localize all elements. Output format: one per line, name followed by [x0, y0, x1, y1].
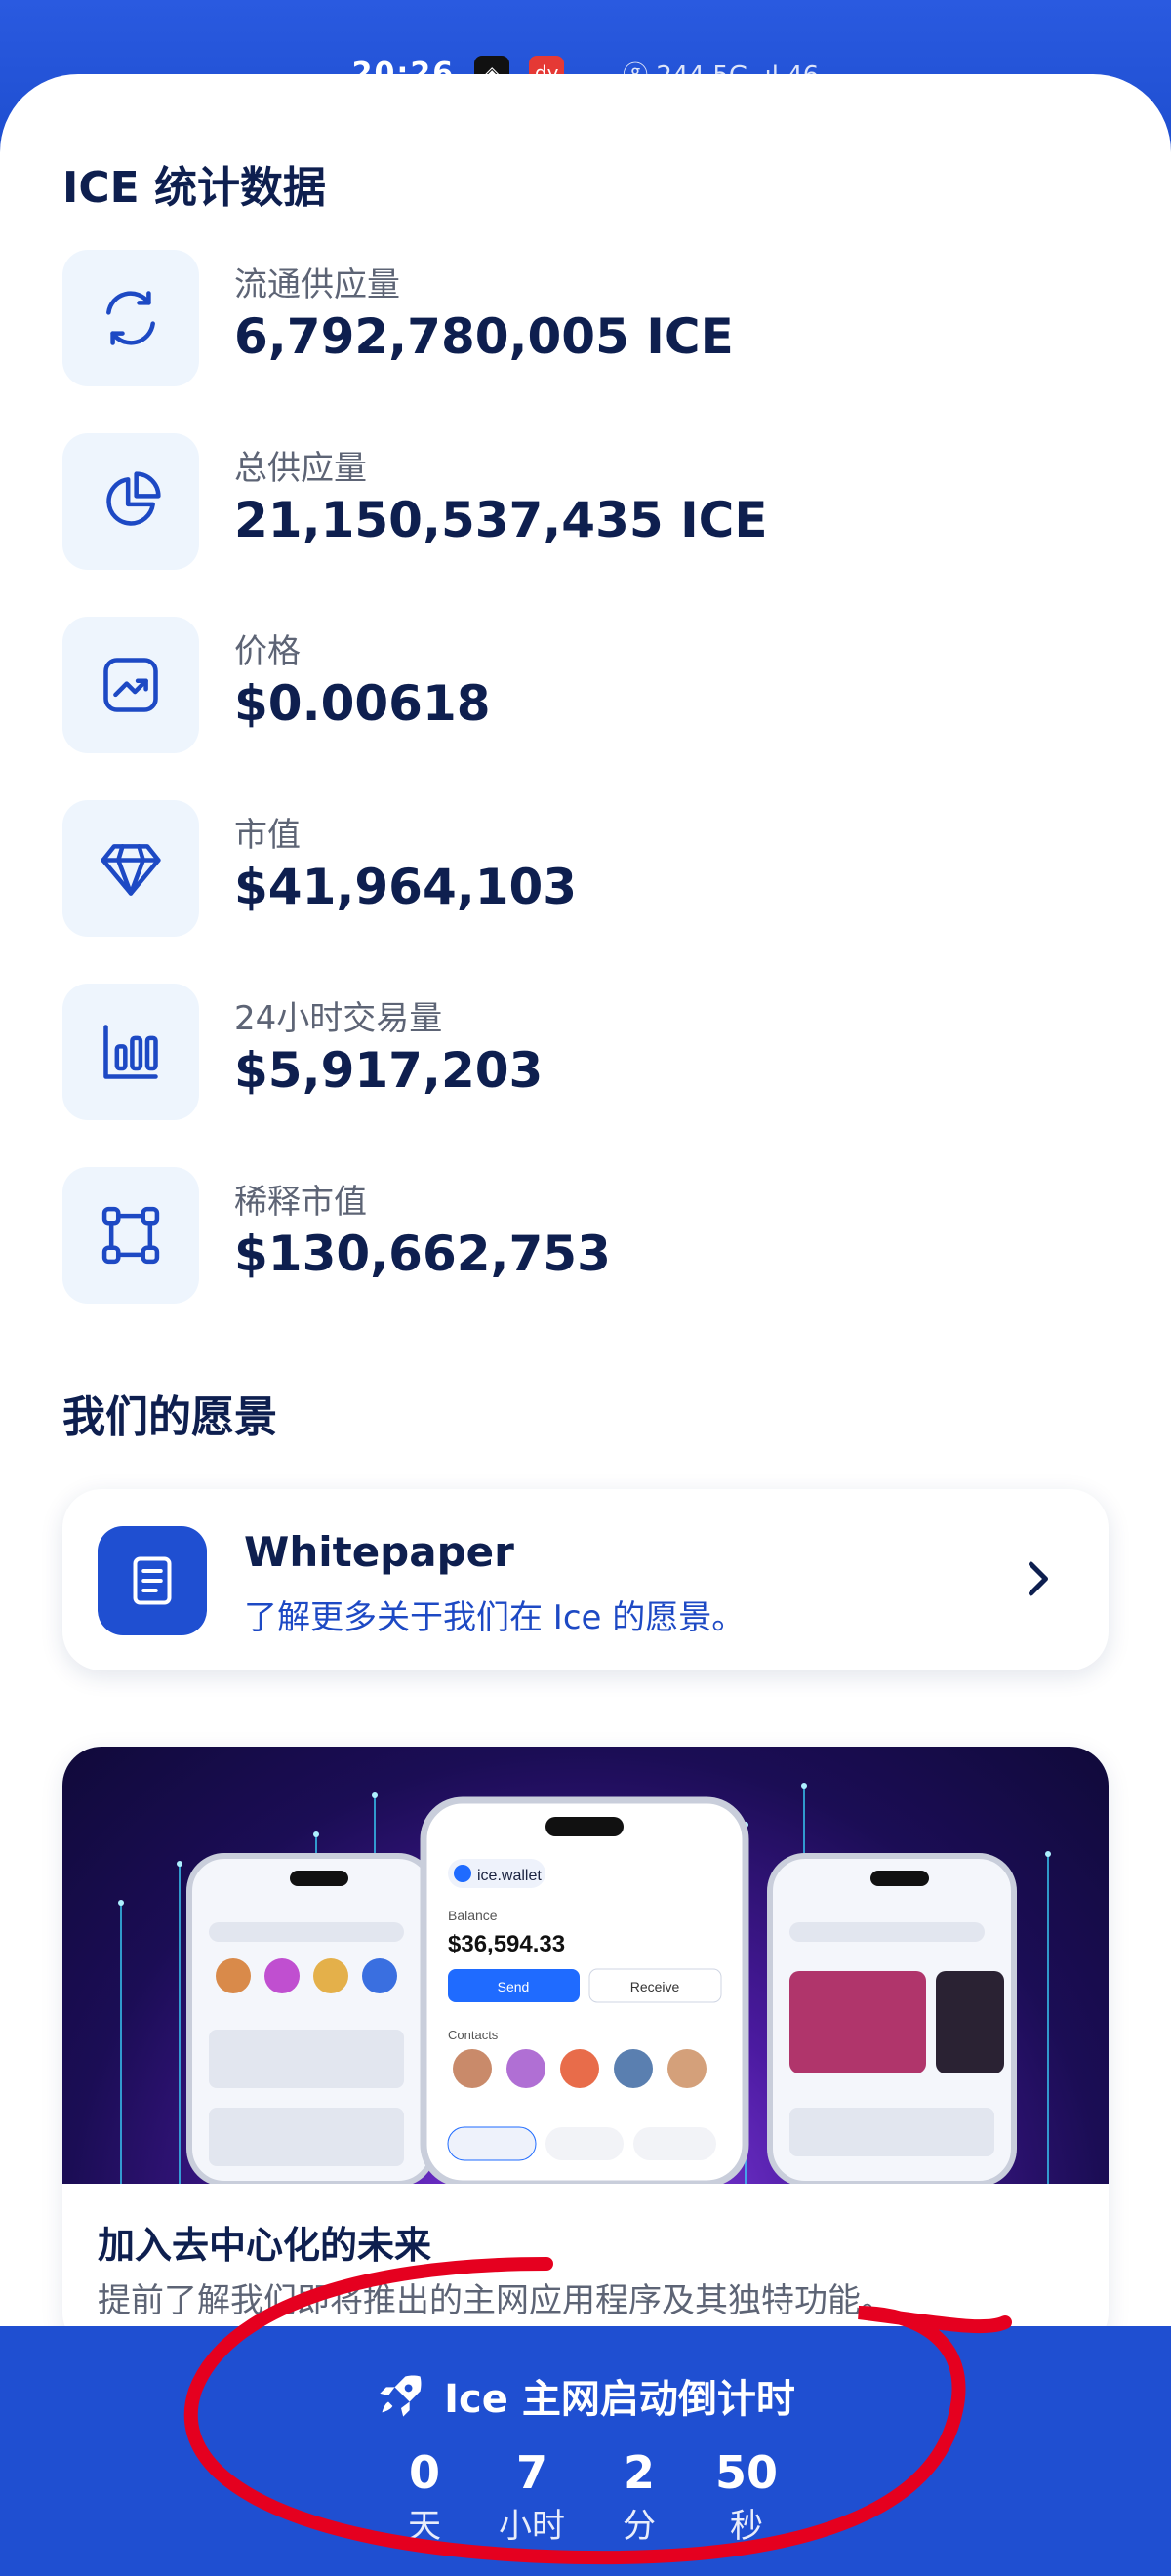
stat-label: 24小时交易量: [234, 999, 443, 1038]
mock-balance: $36,594.33: [448, 1931, 565, 1957]
countdown-days: 0 天: [381, 2443, 468, 2560]
countdown-number: 2: [623, 2446, 655, 2499]
stats-section-title: ICE 统计数据: [62, 163, 327, 213]
stat-row-diluted-cap: 稀释市值 $130,662,753: [62, 1167, 1109, 1304]
rocket-icon: [380, 2375, 422, 2417]
countdown-number: 0: [408, 2446, 440, 2499]
countdown-unit-label: 分: [623, 2507, 656, 2546]
countdown-seconds: 50 秒: [703, 2443, 790, 2560]
countdown-number: 7: [515, 2446, 547, 2499]
mock-app-name: ice.wallet: [477, 1868, 542, 1884]
bar-chart-icon: [62, 984, 199, 1120]
stat-value: $0.00618: [234, 675, 491, 732]
chevron-right-icon: [1029, 1561, 1048, 1596]
stat-label: 总供应量: [234, 449, 367, 488]
promo-image: ice.wallet Balance $36,594.33 Send Recei…: [62, 1747, 1109, 2184]
whitepaper-title: Whitepaper: [244, 1528, 514, 1576]
nodes-icon: [62, 1167, 199, 1304]
stat-row-price: 价格 $0.00618: [62, 617, 1109, 753]
stat-row-total-supply: 总供应量 21,150,537,435 ICE: [62, 433, 1109, 570]
countdown-hours: 7 小时: [488, 2443, 576, 2560]
mock-receive: Receive: [630, 1979, 680, 1994]
pie-chart-icon: [62, 433, 199, 570]
trend-up-icon: [62, 617, 199, 753]
whitepaper-card[interactable]: Whitepaper 了解更多关于我们在 Ice 的愿景。: [62, 1489, 1109, 1670]
vision-section-title: 我们的愿景: [62, 1392, 277, 1442]
countdown-unit-label: 天: [408, 2507, 441, 2546]
refresh-icon: [62, 250, 199, 386]
countdown-number: 50: [714, 2446, 778, 2499]
stat-label: 市值: [234, 816, 301, 855]
countdown-values: 0 天 7 小时 2 分 50 秒: [381, 2443, 790, 2560]
countdown-header: Ice 主网启动倒计时: [0, 2361, 1171, 2430]
stat-value: 21,150,537,435 ICE: [234, 492, 768, 548]
countdown-unit-label: 小时: [499, 2507, 565, 2546]
mock-balance-label: Balance: [448, 1908, 498, 1923]
promo-title: 加入去中心化的未来: [98, 2224, 432, 2267]
stat-value: 6,792,780,005 ICE: [234, 308, 734, 365]
countdown-minutes: 2 分: [595, 2443, 683, 2560]
stat-row-circulating: 流通供应量 6,792,780,005 ICE: [62, 250, 1109, 386]
stat-value: $41,964,103: [234, 859, 578, 915]
promo-card[interactable]: ice.wallet Balance $36,594.33 Send Recei…: [62, 1747, 1109, 2352]
whitepaper-subtitle: 了解更多关于我们在 Ice 的愿景。: [244, 1598, 746, 1637]
stat-row-volume: 24小时交易量 $5,917,203: [62, 984, 1109, 1120]
promo-subtitle: 提前了解我们即将推出的主网应用程序及其独特功能。: [98, 2281, 894, 2320]
countdown-unit-label: 秒: [730, 2507, 763, 2546]
stat-label: 流通供应量: [234, 265, 400, 304]
stat-label: 稀释市值: [234, 1183, 367, 1222]
stat-row-market-cap: 市值 $41,964,103: [62, 800, 1109, 937]
countdown-title: Ice 主网启动倒计时: [444, 2377, 795, 2422]
stat-label: 价格: [234, 632, 301, 671]
document-icon: [98, 1526, 207, 1635]
countdown-bar: Ice 主网启动倒计时 0 天 7 小时 2 分 50 秒: [0, 2326, 1171, 2576]
stat-value: $5,917,203: [234, 1042, 544, 1099]
mock-contacts: Contacts: [448, 2028, 499, 2042]
mock-send: Send: [498, 1979, 530, 1994]
stat-value: $130,662,753: [234, 1226, 611, 1282]
diamond-icon: [62, 800, 199, 937]
